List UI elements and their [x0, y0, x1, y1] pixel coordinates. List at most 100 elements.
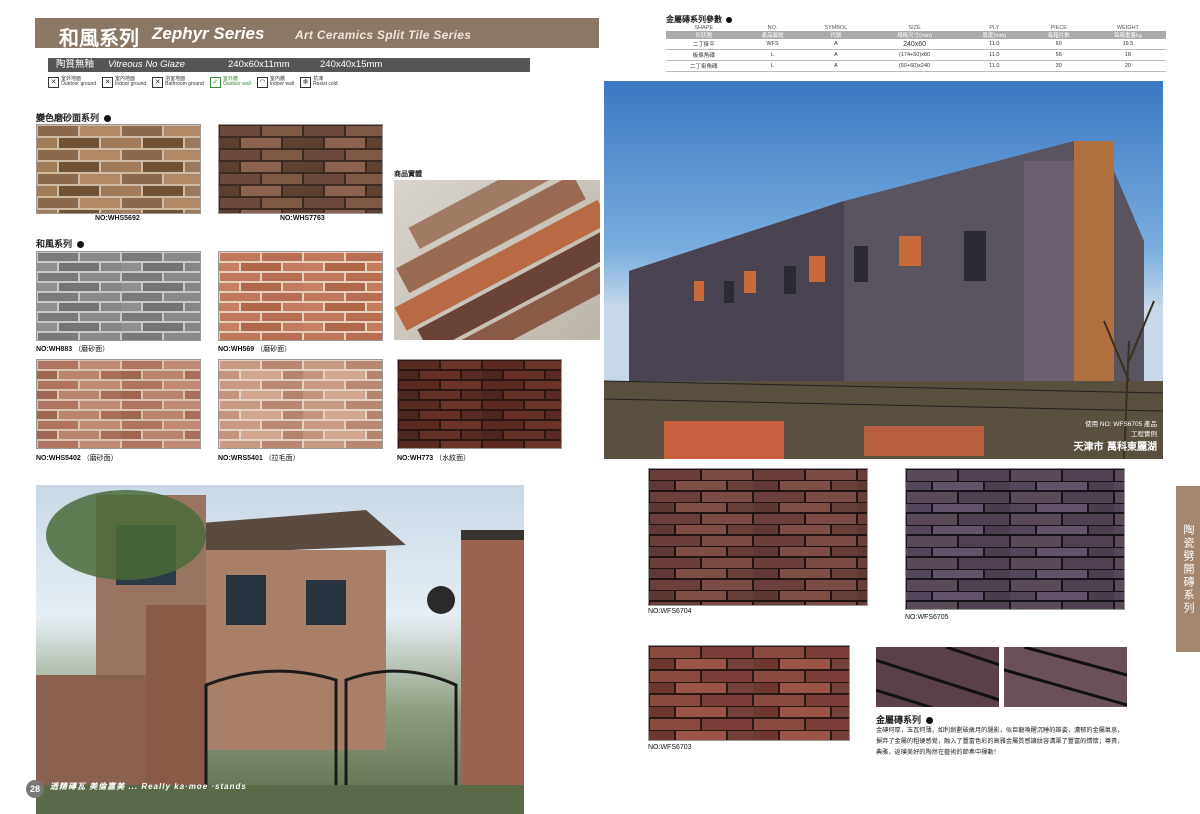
bullet-dot-icon [77, 241, 85, 248]
usage-outdoor-wall: ✓ 室外牆 Outdoor wall [209, 76, 251, 88]
series-header: 和風系列 Zephyr Series Art Ceramics Split Ti… [35, 18, 599, 50]
th-symbol: SYMBOL [824, 24, 848, 31]
th-symbol-cn: 代號 [803, 31, 869, 39]
table-cell: A [803, 60, 869, 72]
table-cell: 20 [1089, 60, 1166, 72]
tile-swatch-wh569 [218, 251, 383, 341]
th-no: NO. [767, 24, 778, 31]
spec-table-header-cn: 形狀圖 產品編號 代號 規格尺寸(mm) 厚度(mm) 每箱片數 每箱重量kg [666, 31, 1166, 39]
metal-closeup-image-1 [876, 647, 999, 707]
indoor-wall-icon: ◠ [256, 76, 268, 88]
tile-note-whs5402: （磨砂面） [82, 455, 118, 462]
villa-image [36, 490, 524, 814]
tile-code-wfs6703: NO:WFS6703 [648, 744, 692, 751]
villa-photo [36, 485, 524, 814]
tile-swatch-wh773 [397, 359, 562, 449]
snowflake-icon: ❄ [300, 76, 312, 88]
table-cell: (60+60)x240 [868, 60, 962, 72]
th-ply-cn: 厚度(mm) [961, 31, 1028, 39]
spec-label-en: Vitreous No Glaze [108, 59, 185, 70]
table-cell: 240x60 [868, 39, 962, 50]
spec-label-cn: 陶質無釉 [56, 59, 95, 70]
tile-label-wrs5401: NO:WRS5401 （拉毛面） [218, 453, 300, 463]
table-cell: 板條角磚 [666, 49, 742, 61]
spec-bar: 陶質無釉 Vitreous No Glaze 240x60x11mm 240x4… [48, 58, 530, 72]
brick-pattern-wfs6703 [649, 646, 849, 740]
tile-code-wfs6705: NO:WFS6705 [905, 614, 949, 621]
bullet-dot-icon [726, 16, 732, 23]
table-cell: L [741, 49, 804, 61]
tile-swatch-whs5402 [36, 359, 201, 449]
usage-bathroom-ground: ✕ 浴室地面 Bathroom ground [152, 76, 204, 88]
tile-swatch-wfs6705 [905, 468, 1125, 610]
tile-code-wh569: NO:WH569 [218, 346, 255, 353]
usage-indoor-ground: ✕ 室內地面 Indoor ground [102, 76, 146, 88]
tile-note-wrs5401: （拉毛面） [264, 455, 300, 462]
brick-pattern-wrs5401 [219, 360, 382, 448]
spec-table-title-text: 金屬磚系列參數 [666, 15, 722, 24]
table-cell: A [803, 39, 869, 50]
usage-label-en: Bathroom ground [165, 81, 204, 87]
th-shape-cn: 形狀圖 [666, 31, 742, 39]
usage-label-en: Resist cold [313, 81, 338, 87]
spec-table-header-en: SHAPE NO. SYMBOL SIZE PLY PIECE WEIGHT [666, 24, 1166, 31]
metal-closeup-2 [1004, 647, 1127, 707]
tile-label-wh883: NO:WH883 （磨砂面） [36, 344, 109, 354]
photo-caption-product: 使用 NO: WFS6705 產品 [1085, 421, 1157, 428]
bullet-dot-icon [104, 115, 112, 122]
table-cell: 11.0 [961, 39, 1028, 50]
metal-closeup-1 [876, 647, 999, 707]
table-cell: 11.0 [961, 49, 1028, 61]
th-ply: PLY [989, 24, 1000, 31]
section-matte-title: 變色磨砂面系列 [36, 111, 112, 124]
brick-pattern-wh883 [37, 252, 200, 340]
spec-size-1: 240x60x11mm [228, 59, 290, 70]
usage-label-en: Indoor wall [269, 81, 295, 87]
product-bricks-image [394, 180, 600, 340]
section-zephyr-title: 和風系列 [36, 237, 85, 250]
table-cell: 56 [1027, 49, 1090, 61]
tile-swatch-wrs5401 [218, 359, 383, 449]
tile-code-wh883: NO:WH883 [36, 346, 73, 353]
usage-icons: ✕ 室外地面 Outdoor ground ✕ 室內地面 Indoor ground ✕… [48, 76, 338, 88]
tile-code-whs5402: NO:WHS5402 [36, 455, 81, 462]
series-title-cn: 和風系列 [59, 26, 139, 50]
tile-swatch-wfs6703 [648, 645, 850, 741]
outdoor-ground-icon: ✕ [48, 76, 59, 88]
table-cell: (174+50)x60 [868, 49, 962, 61]
usage-label-en: Indoor ground [115, 81, 147, 87]
usage-resist-cold: ❄ 抗凍 Resist cold [300, 76, 338, 88]
brick-pattern-whs5402 [37, 360, 200, 448]
product-photo-title: 商品實體 [394, 170, 422, 178]
tile-code-wrs5401: NO:WRS5401 [218, 455, 263, 462]
spec-table: SHAPE NO. SYMBOL SIZE PLY PIECE WEIGHT 形… [666, 24, 1166, 72]
usage-indoor-wall: ◠ 室內牆 Indoor wall [256, 76, 295, 88]
section-zephyr-label: 和風系列 [36, 240, 73, 250]
spec-size-2: 240x40x15mm [320, 59, 383, 70]
product-photo [394, 180, 600, 340]
brick-pattern-whs7763 [219, 125, 382, 213]
photo-caption-location: 天津市 萬科東麗湖 [1073, 442, 1157, 453]
tile-swatch-wh883 [36, 251, 201, 341]
side-tab: 陶瓷劈開磚系列 [1176, 486, 1200, 652]
photo-caption-project: 工程實例 [1131, 431, 1157, 438]
th-size: SIZE [908, 24, 921, 31]
tile-label-wh569: NO:WH569 （磨砂面） [218, 344, 291, 354]
table-cell: 60 [1027, 39, 1090, 50]
section-matte-label: 變色磨砂面系列 [36, 114, 100, 124]
tile-swatch-wfs6704 [648, 468, 868, 606]
photo-caption: 使用 NO: WFS6705 產品 工程實例 天津市 萬科東麗湖 [1074, 418, 1157, 453]
table-cell: 二丁掛平 [666, 39, 742, 50]
page-number: 28 [26, 780, 44, 798]
table-row: 板條角磚 L A (174+50)x60 11.0 56 18 [666, 49, 1166, 61]
spec-table-block: 金屬磚系列參數 SHAPE NO. SYMBOL SIZE PLY PIECE … [666, 14, 1166, 72]
tile-code-whs5692: NO:WHS5692 [95, 215, 140, 222]
bathroom-ground-icon: ✕ [152, 76, 164, 88]
usage-label-en: Outdoor wall [222, 81, 251, 87]
tile-swatch-whs7763 [218, 124, 383, 214]
table-cell: A [803, 49, 869, 61]
series-title-en: Zephyr Series [152, 24, 265, 43]
brick-pattern-wh569 [219, 252, 382, 340]
metal-description: 金磚何厚，玉瓦何薄，如利劍劃破歲月的腿影，似巨龍喚醒沉睡的雄姿，濃郁的金屬氣息，… [876, 727, 1124, 756]
table-cell: L [741, 60, 804, 72]
